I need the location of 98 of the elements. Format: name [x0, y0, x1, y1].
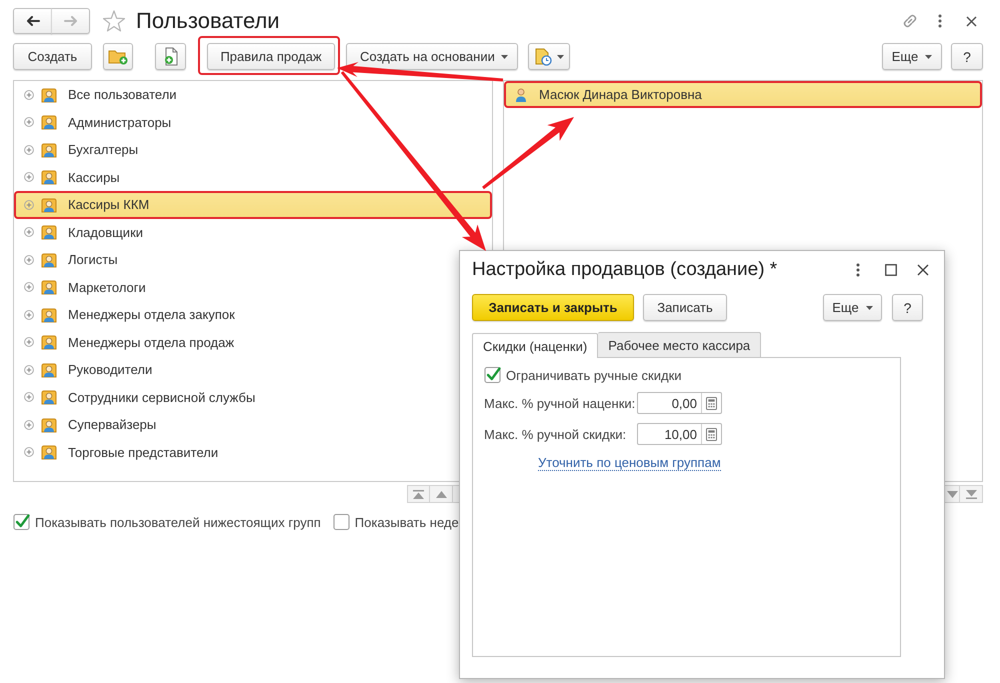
tree-item[interactable]: Администраторы — [14, 108, 492, 136]
plus-circle-icon[interactable] — [24, 200, 34, 210]
scroll-up-button[interactable] — [430, 485, 453, 503]
document-plus-button[interactable] — [155, 43, 186, 70]
square-icon[interactable] — [885, 264, 897, 276]
caret-icon — [557, 54, 564, 58]
plus-circle-icon[interactable] — [24, 392, 34, 402]
user-group-icon — [41, 279, 57, 296]
triangle-up-bar-icon — [413, 490, 424, 498]
folder-plus-icon — [108, 48, 128, 65]
calculator-icon[interactable] — [706, 396, 717, 410]
field-label: Макс. % ручной скидки: — [484, 426, 628, 442]
checkbox[interactable] — [13, 513, 31, 531]
plus-circle-icon[interactable] — [24, 227, 34, 238]
triangle-up-icon — [436, 490, 446, 498]
scroll-top-button[interactable] — [407, 485, 430, 503]
tab[interactable]: Скидки (наценки) — [472, 333, 598, 358]
more-icon[interactable] — [938, 14, 942, 28]
save-and-close-button[interactable]: Записать и закрыть — [472, 294, 634, 321]
user-icon — [515, 88, 527, 102]
user-group-icon — [41, 252, 57, 268]
arrow-left-icon — [26, 16, 40, 26]
more-button[interactable]: Еще — [823, 294, 882, 321]
plus-circle-icon[interactable] — [24, 420, 34, 430]
close-icon[interactable] — [966, 16, 977, 26]
plus-circle-icon[interactable] — [24, 337, 34, 348]
dialog-title: Настройка продавцов (создание) * — [472, 259, 778, 281]
tree-item[interactable]: Менеджеры отдела продаж — [14, 328, 456, 356]
user-group-icon — [41, 362, 57, 378]
user-group-icon — [41, 224, 57, 240]
document-clock-icon — [534, 48, 552, 66]
tree-item[interactable]: Все пользователи — [14, 81, 492, 108]
user-group-icon — [41, 114, 57, 130]
help-button[interactable]: ? — [951, 43, 983, 70]
tree-item[interactable]: Кассиры ККМ — [14, 191, 492, 218]
close-icon[interactable] — [917, 264, 929, 276]
help-button[interactable]: ? — [892, 294, 923, 321]
user-group-icon — [41, 169, 57, 186]
back-button[interactable] — [13, 8, 52, 34]
tab[interactable]: Рабочее место кассира — [598, 332, 762, 357]
triangle-down-icon — [946, 490, 958, 498]
number-field[interactable]: 0,00 — [637, 392, 722, 414]
price-groups-link[interactable]: Уточнить по ценовым группам — [538, 455, 721, 471]
tree-item[interactable]: Супервайзеры — [14, 411, 456, 438]
tree-item[interactable]: Руководители — [14, 356, 456, 384]
more-button[interactable]: Еще — [882, 43, 942, 70]
user-group-icon — [41, 196, 57, 213]
tree-item[interactable]: Бухгалтеры — [14, 136, 492, 164]
tree-item[interactable]: Сотрудники сервисной службы — [14, 384, 456, 411]
option-label: Показывать неде — [354, 514, 459, 530]
triangle-down-bar-icon — [966, 490, 976, 498]
window-title: Пользователи — [136, 8, 280, 34]
folder-plus-button[interactable] — [103, 43, 133, 70]
user-group-icon — [41, 389, 57, 406]
user-group-icon — [41, 306, 57, 323]
caret-icon — [925, 54, 932, 58]
create-based-on-button[interactable]: Создать на основании — [346, 43, 518, 70]
create-button[interactable]: Создать — [13, 43, 92, 70]
tree-item[interactable]: Кладовщики — [14, 218, 492, 246]
document-plus-icon — [162, 47, 178, 66]
plus-circle-icon[interactable] — [24, 447, 34, 458]
tree-item[interactable]: Менеджеры отдела закупок — [14, 301, 456, 328]
plus-circle-icon[interactable] — [24, 144, 34, 155]
more-icon[interactable] — [856, 263, 860, 277]
plus-circle-icon[interactable] — [24, 90, 34, 100]
list-item[interactable]: Масюк Динара Викторовна — [504, 81, 982, 108]
sales-rules-button[interactable]: Правила продаж — [207, 43, 335, 70]
checkbox[interactable] — [484, 366, 502, 384]
user-group-icon — [41, 86, 57, 103]
plus-circle-icon[interactable] — [24, 310, 34, 320]
plus-circle-icon[interactable] — [24, 172, 34, 182]
calculator-icon[interactable] — [706, 428, 717, 440]
plus-circle-icon[interactable] — [24, 254, 34, 265]
report-menu-button[interactable] — [528, 43, 570, 70]
user-group-icon — [41, 142, 57, 158]
scroll-down-button[interactable] — [944, 485, 960, 503]
field-label: Макс. % ручной наценки: — [484, 396, 636, 410]
tree-item[interactable]: Кассиры — [14, 164, 492, 191]
caret-icon — [500, 54, 508, 58]
save-button[interactable]: Записать — [643, 294, 727, 321]
plus-circle-icon[interactable] — [24, 282, 34, 292]
checkbox-label: Ограничивать ручные скидки — [506, 368, 682, 382]
user-group-icon — [41, 334, 57, 350]
option-label: Показывать пользователей нижестоящих групп — [35, 514, 321, 530]
plus-circle-icon[interactable] — [24, 364, 34, 375]
arrow-right-icon — [64, 16, 78, 26]
user-group-icon — [41, 444, 57, 460]
star-icon[interactable] — [102, 10, 126, 32]
tree-item[interactable]: Маркетологи — [14, 274, 456, 301]
tree-item[interactable]: Торговые представители — [14, 438, 456, 466]
link-icon[interactable] — [902, 13, 918, 29]
plus-circle-icon[interactable] — [24, 117, 34, 128]
checkbox[interactable] — [332, 513, 351, 531]
user-group-icon — [41, 416, 57, 433]
scroll-bottom-button[interactable] — [960, 485, 983, 503]
caret-icon — [866, 306, 873, 310]
tree-item[interactable]: Логисты — [14, 246, 456, 274]
number-field[interactable]: 10,00 — [637, 423, 722, 445]
